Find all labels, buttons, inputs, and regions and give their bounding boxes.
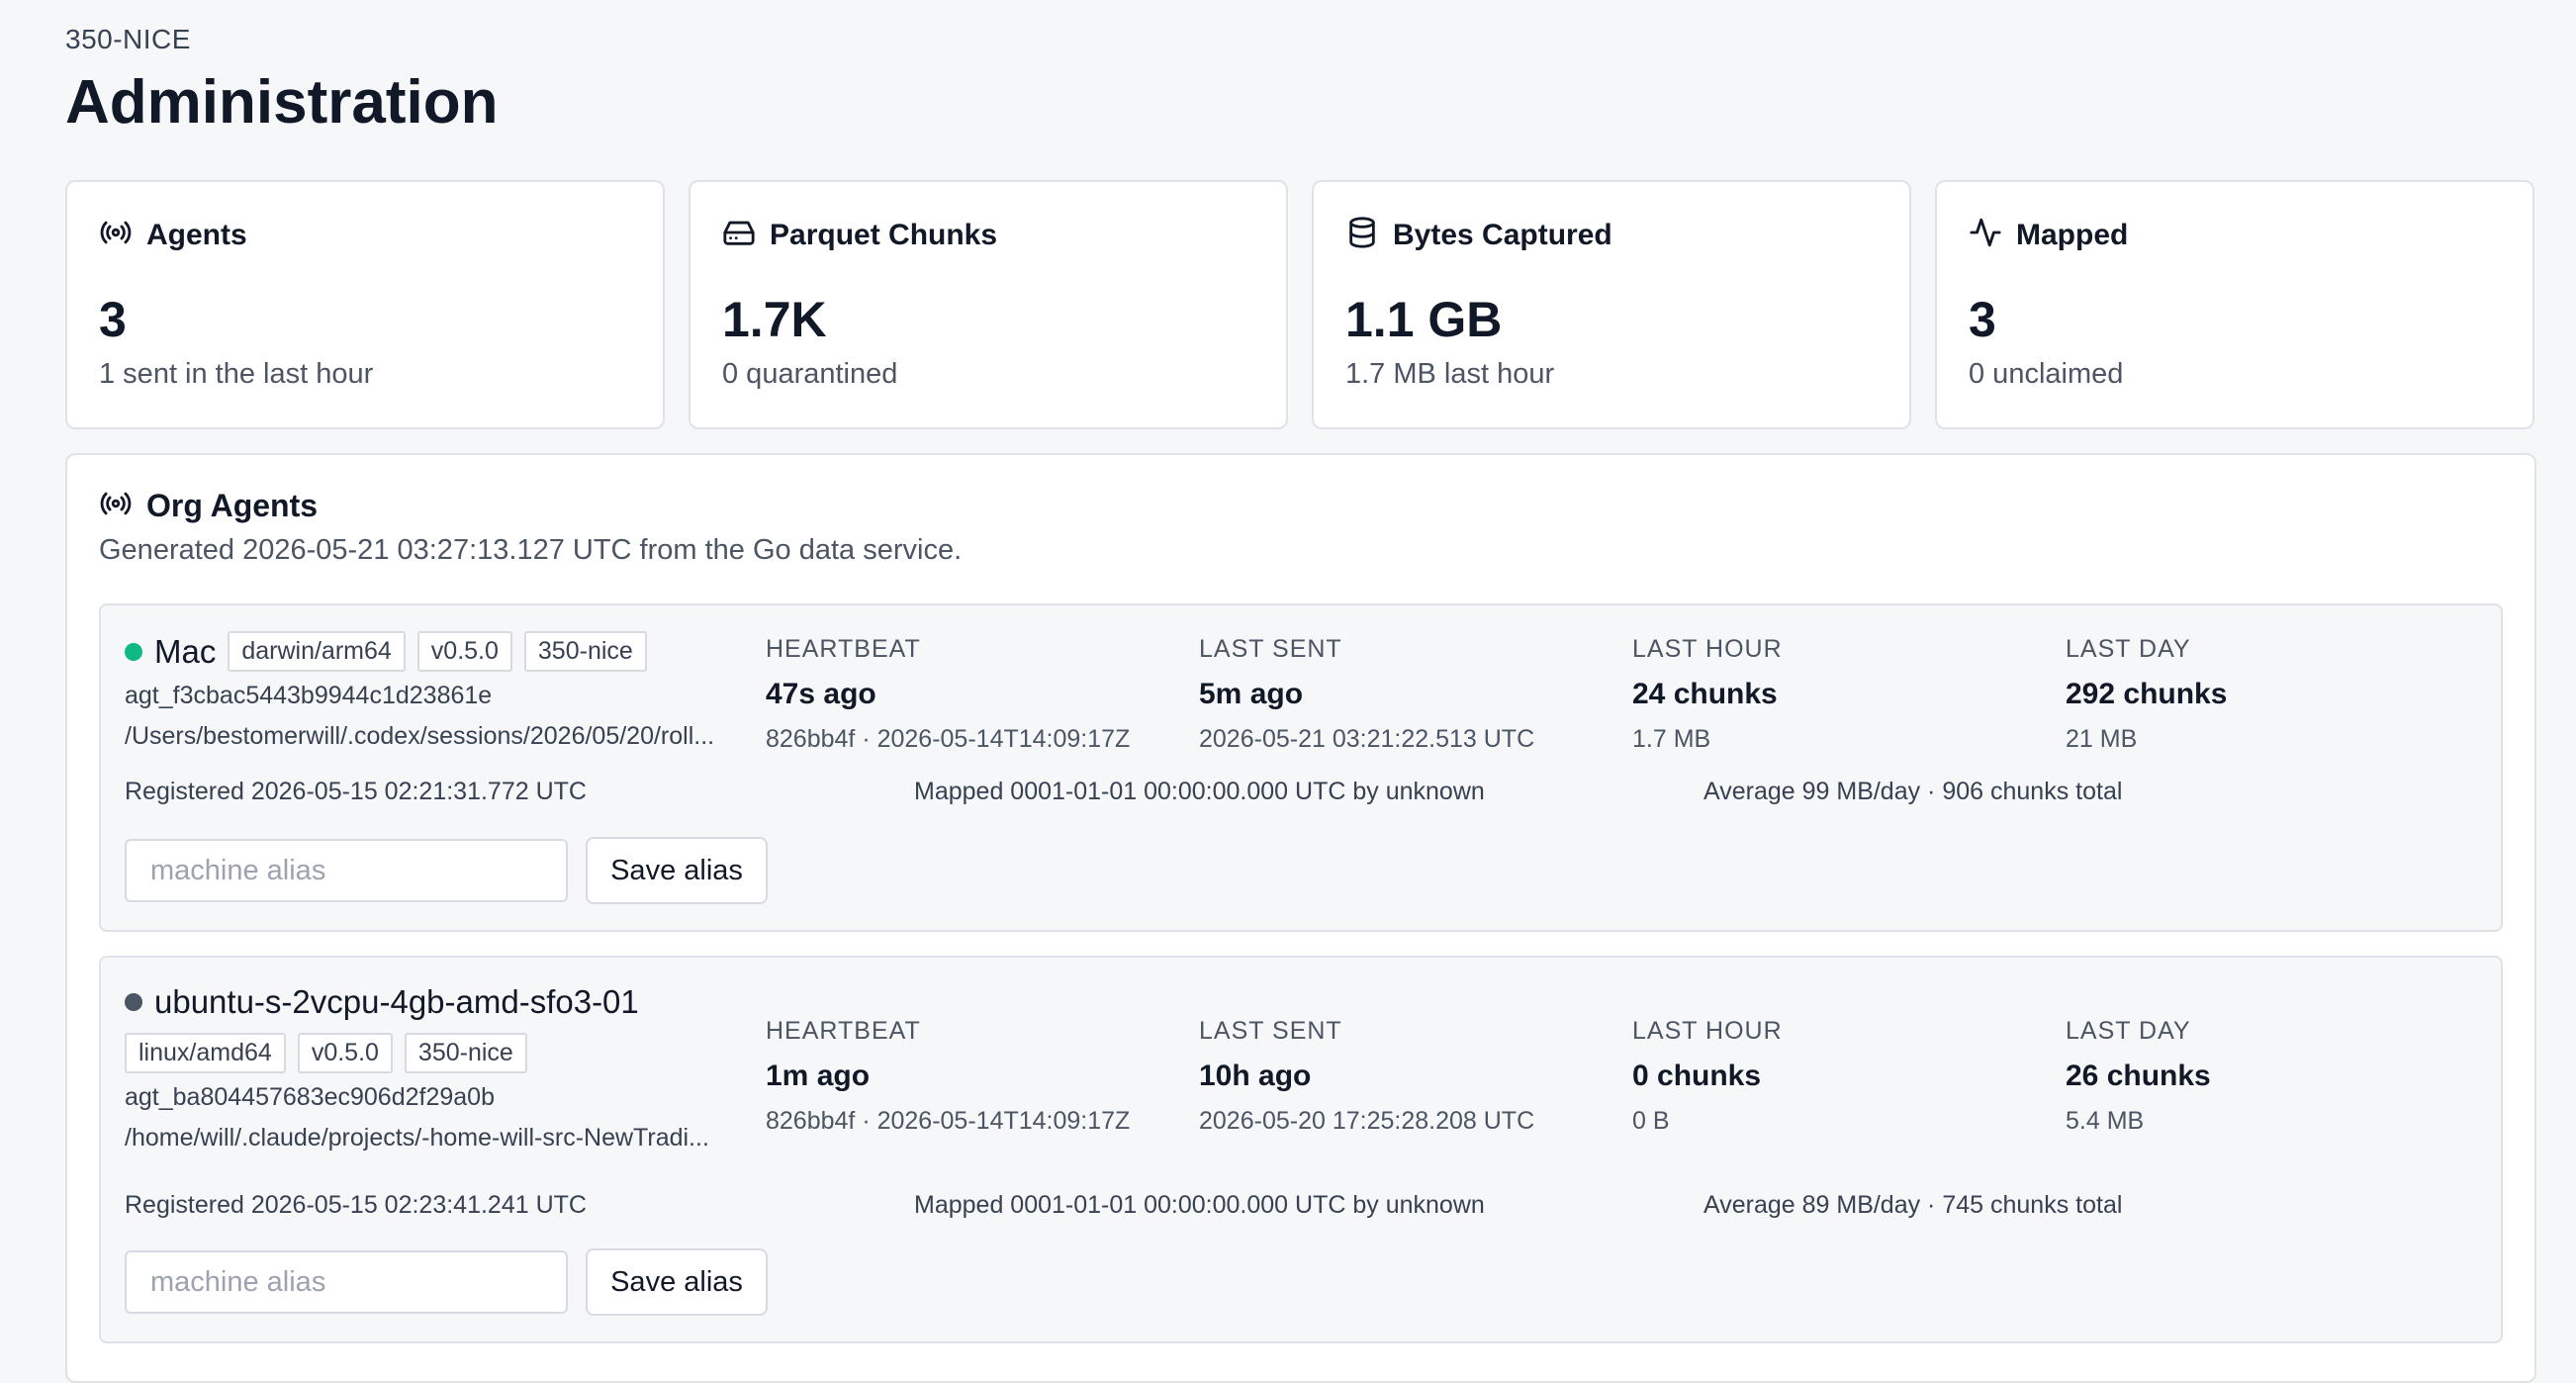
save-alias-button[interactable]: Save alias <box>586 1248 768 1316</box>
stat-card-mapped: Mapped 3 0 unclaimed <box>1935 180 2534 429</box>
version-tag: v0.5.0 <box>416 631 512 672</box>
registered-text: Registered 2026-05-15 02:23:41.241 UTC <box>125 1191 587 1219</box>
agent-card: ubuntu-s-2vcpu-4gb-amd-sfo3-01 linux/amd… <box>99 956 2503 1343</box>
mapped-text: Mapped 0001-01-01 00:00:00.000 UTC by un… <box>914 778 1485 805</box>
activity-icon <box>1969 216 2002 254</box>
metric-label: LAST HOUR <box>1632 1017 1783 1045</box>
metric-sub: 0 B <box>1632 1107 1670 1135</box>
agent-id: agt_f3cbac5443b9944c1d23861e <box>125 682 493 709</box>
metric-sub: 826bb4f · 2026-05-14T14:09:17Z <box>766 1107 1131 1135</box>
org-tag: 350-nice <box>523 631 647 672</box>
registered-text: Registered 2026-05-15 02:21:31.772 UTC <box>125 778 587 805</box>
metric-sub: 826bb4f · 2026-05-14T14:09:17Z <box>766 725 1131 753</box>
agent-name: Mac <box>154 632 217 670</box>
average-text: Average 99 MB/day · 906 chunks total <box>1703 778 2123 805</box>
stat-value: 3 <box>99 292 127 347</box>
metric-label: LAST HOUR <box>1632 635 1783 663</box>
metric-label: LAST DAY <box>2066 1017 2191 1045</box>
stat-value: 1.1 GB <box>1345 292 1503 347</box>
metric-last-sent: LAST SENT 10h ago 2026-05-20 17:25:28.20… <box>1199 1017 1614 1136</box>
agent-card: Mac darwin/arm64 v0.5.0 350-nice agt_f3c… <box>99 603 2503 932</box>
stat-value: 3 <box>1969 292 1996 347</box>
metric-last-hour: LAST HOUR 24 chunks 1.7 MB <box>1632 635 2048 754</box>
stat-sub: 1.7 MB last hour <box>1345 358 1555 390</box>
machine-alias-input[interactable] <box>125 1250 568 1314</box>
stat-sub: 0 quarantined <box>722 358 898 390</box>
panel-title: Org Agents <box>146 488 319 523</box>
stat-value: 1.7K <box>722 292 827 347</box>
mapped-text: Mapped 0001-01-01 00:00:00.000 UTC by un… <box>914 1191 1485 1219</box>
metric-label: HEARTBEAT <box>766 1017 921 1045</box>
broadcast-icon <box>99 487 133 525</box>
metric-label: HEARTBEAT <box>766 635 921 663</box>
agent-name: ubuntu-s-2vcpu-4gb-amd-sfo3-01 <box>154 983 639 1020</box>
metric-value: 0 chunks <box>1632 1060 1762 1092</box>
metric-sub: 1.7 MB <box>1632 725 1711 753</box>
stat-card-bytes-captured: Bytes Captured 1.1 GB 1.7 MB last hour <box>1312 180 1911 429</box>
stats-row: Agents 3 1 sent in the last hour Parquet… <box>65 180 2536 429</box>
agent-id: agt_ba804457683ec906d2f29a0b <box>125 1083 495 1111</box>
platform-tag: linux/amd64 <box>125 1033 286 1073</box>
database-icon <box>1345 216 1379 254</box>
stat-sub: 0 unclaimed <box>1969 358 2124 390</box>
agent-path: /Users/bestomerwill/.codex/sessions/2026… <box>125 722 715 750</box>
org-agents-panel: Org Agents Generated 2026-05-21 03:27:13… <box>65 453 2536 1383</box>
status-dot <box>125 642 142 661</box>
metric-value: 10h ago <box>1199 1060 1312 1092</box>
stat-label: Bytes Captured <box>1393 218 1612 251</box>
agent-path: /home/will/.claude/projects/-home-will-s… <box>125 1124 709 1152</box>
stat-label: Parquet Chunks <box>770 218 998 251</box>
metric-label: LAST SENT <box>1199 1017 1342 1045</box>
metric-heartbeat: HEARTBEAT 1m ago 826bb4f · 2026-05-14T14… <box>766 1017 1181 1136</box>
stat-card-parquet-chunks: Parquet Chunks 1.7K 0 quarantined <box>689 180 1288 429</box>
metric-heartbeat: HEARTBEAT 47s ago 826bb4f · 2026-05-14T1… <box>766 635 1181 754</box>
metric-last-sent: LAST SENT 5m ago 2026-05-21 03:21:22.513… <box>1199 635 1614 754</box>
metric-sub: 2026-05-21 03:21:22.513 UTC <box>1199 725 1535 753</box>
metric-label: LAST SENT <box>1199 635 1342 663</box>
average-text: Average 89 MB/day · 745 chunks total <box>1703 1191 2123 1219</box>
stat-sub: 1 sent in the last hour <box>99 358 374 390</box>
metric-value: 24 chunks <box>1632 678 1778 710</box>
metric-sub: 21 MB <box>2066 725 2138 753</box>
metric-value: 292 chunks <box>2066 678 2228 710</box>
metric-last-hour: LAST HOUR 0 chunks 0 B <box>1632 1017 2048 1136</box>
stat-label: Agents <box>146 218 247 251</box>
metric-sub: 5.4 MB <box>2066 1107 2145 1135</box>
org-tag: 350-nice <box>404 1033 527 1073</box>
metric-value: 1m ago <box>766 1060 871 1092</box>
metric-value: 26 chunks <box>2066 1060 2211 1092</box>
metric-value: 5m ago <box>1199 678 1304 710</box>
org-label: 350-NICE <box>65 24 191 54</box>
stat-label: Mapped <box>2016 218 2129 251</box>
metric-label: LAST DAY <box>2066 635 2191 663</box>
page-title: Administration <box>65 68 499 137</box>
metric-last-day: LAST DAY 26 chunks 5.4 MB <box>2066 1017 2481 1136</box>
machine-alias-input[interactable] <box>125 839 568 902</box>
metric-value: 47s ago <box>766 678 876 710</box>
save-alias-button[interactable]: Save alias <box>586 837 768 904</box>
metric-sub: 2026-05-20 17:25:28.208 UTC <box>1199 1107 1535 1135</box>
stat-card-agents: Agents 3 1 sent in the last hour <box>65 180 665 429</box>
panel-subtitle: Generated 2026-05-21 03:27:13.127 UTC fr… <box>99 534 963 566</box>
broadcast-icon <box>99 216 133 254</box>
metric-last-day: LAST DAY 292 chunks 21 MB <box>2066 635 2481 754</box>
platform-tag: darwin/arm64 <box>228 631 406 672</box>
status-dot <box>125 993 142 1011</box>
version-tag: v0.5.0 <box>297 1033 393 1073</box>
hard-drive-icon <box>722 216 756 254</box>
